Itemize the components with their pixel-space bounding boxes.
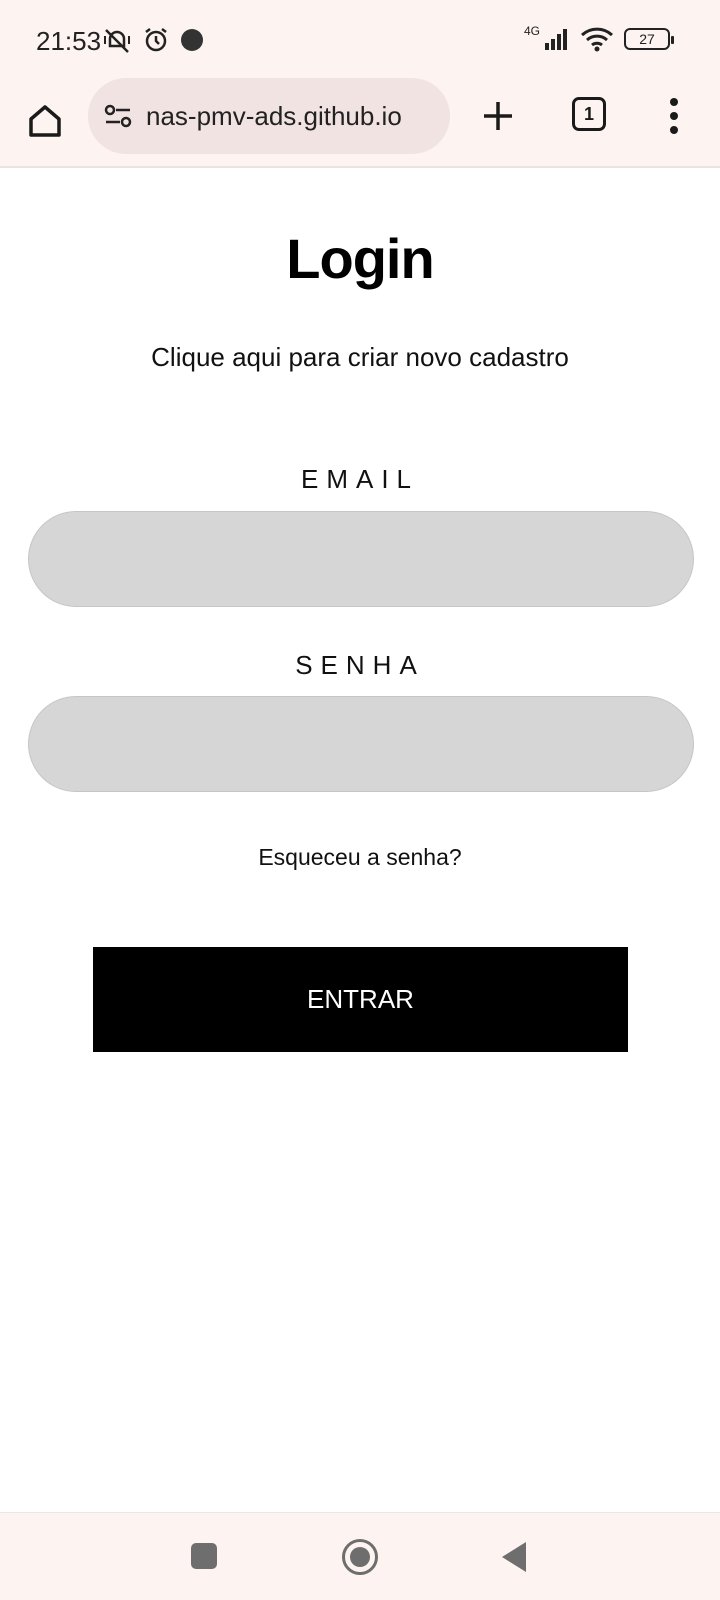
new-tab-button[interactable]	[478, 96, 518, 136]
recents-icon[interactable]	[191, 1543, 217, 1569]
browser-toolbar: nas-pmv-ads.github.io 1	[0, 78, 720, 168]
status-left-icons	[102, 26, 204, 54]
alarm-icon	[145, 28, 167, 52]
login-button[interactable]: ENTRAR	[93, 947, 628, 1052]
password-field[interactable]	[28, 696, 694, 792]
muted-vibrate-icon	[104, 29, 130, 53]
battery-icon: 27	[624, 28, 674, 50]
email-label: EMAIL	[300, 464, 420, 494]
home-button[interactable]	[24, 100, 66, 142]
tabs-icon[interactable]: 1	[572, 97, 606, 131]
home-icon	[29, 105, 61, 137]
password-label: SENHA	[295, 650, 425, 680]
status-time: 21:53	[36, 26, 102, 56]
plus-icon	[484, 102, 512, 130]
home-nav-icon[interactable]	[342, 1539, 378, 1575]
notification-dot-icon	[181, 29, 203, 51]
battery-level: 27	[639, 31, 655, 47]
wifi-icon	[580, 27, 614, 52]
email-field[interactable]	[28, 511, 694, 607]
create-account-link[interactable]: Clique aqui para criar novo cadastro	[0, 342, 720, 373]
network-type: 4G	[523, 24, 540, 38]
forgot-password-link[interactable]: Esqueceu a senha?	[0, 844, 720, 871]
page-title: Login	[286, 227, 434, 290]
tab-count: 1	[583, 103, 594, 124]
signal-icon	[545, 29, 567, 50]
back-icon[interactable]	[502, 1542, 526, 1572]
url-text[interactable]: nas-pmv-ads.github.io	[146, 101, 402, 132]
navigation-bar	[0, 1512, 720, 1600]
status-right: 4G 27	[523, 24, 674, 52]
site-settings-icon[interactable]	[104, 103, 132, 129]
more-vert-icon[interactable]	[664, 94, 684, 138]
address-bar[interactable]: nas-pmv-ads.github.io	[88, 78, 450, 154]
status-bar: 21:53 4G 27	[0, 0, 720, 82]
